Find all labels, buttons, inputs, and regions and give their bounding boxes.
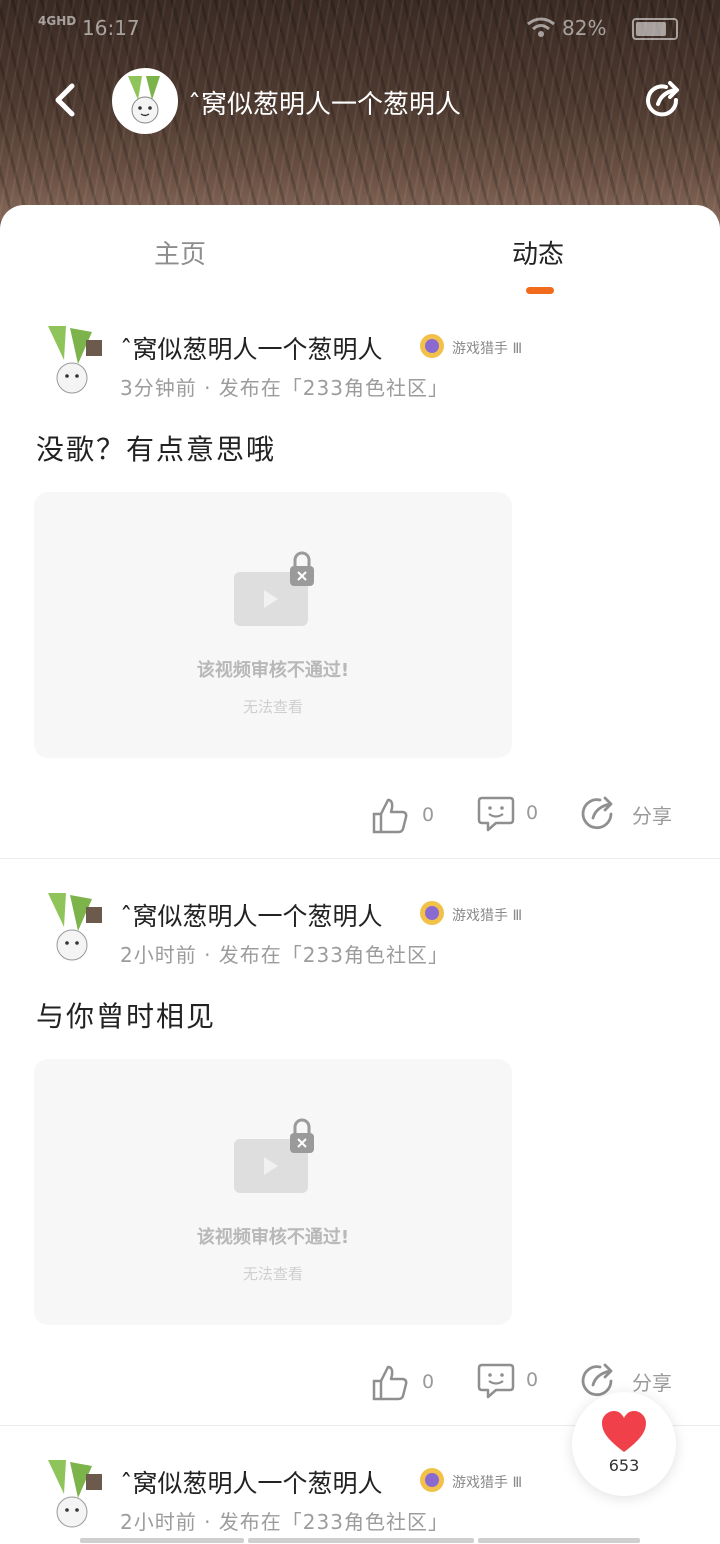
post-divider bbox=[0, 858, 720, 859]
video-substatus-text: 无法查看 bbox=[242, 698, 303, 716]
tab-home[interactable]: 主页 bbox=[154, 234, 206, 271]
battery-percent: 82% bbox=[562, 16, 607, 40]
header-avatar[interactable] bbox=[112, 68, 178, 134]
comment-button[interactable]: 0 bbox=[476, 1361, 546, 1401]
video-locked-icon bbox=[234, 551, 314, 626]
video-placeholder[interactable]: 该视频审核不通过! 无法查看 bbox=[34, 492, 512, 758]
comment-count: 0 bbox=[526, 1369, 539, 1391]
active-tab-indicator bbox=[526, 287, 554, 294]
back-arrow-icon[interactable] bbox=[46, 80, 86, 120]
like-button[interactable]: 0 bbox=[370, 1363, 440, 1403]
badge-label: 游戏猎手 Ⅲ bbox=[452, 1475, 523, 1491]
share-icon[interactable] bbox=[640, 78, 686, 124]
floating-like-count: 653 bbox=[608, 1456, 640, 1475]
badge-icon bbox=[420, 1468, 444, 1492]
thumbs-up-icon bbox=[372, 798, 408, 834]
heart-icon bbox=[602, 1411, 646, 1452]
author-avatar[interactable] bbox=[40, 1458, 104, 1532]
status-time: 16:17 bbox=[82, 16, 140, 40]
post-meta: 2小时前 · 发布在「233角色社区」 bbox=[120, 1510, 449, 1534]
badge-icon bbox=[420, 334, 444, 358]
post-text: 没歌？有点意思哦 bbox=[36, 433, 277, 466]
video-locked-icon bbox=[234, 1118, 314, 1193]
share-label: 分享 bbox=[632, 1371, 672, 1395]
author-name[interactable]: ˆ窝似葱明人一个葱明人 bbox=[120, 330, 383, 366]
share-label: 分享 bbox=[632, 804, 672, 828]
like-count: 0 bbox=[422, 804, 435, 826]
badge-label: 游戏猎手 Ⅲ bbox=[452, 341, 523, 357]
badge-label: 游戏猎手 Ⅲ bbox=[452, 908, 523, 924]
post-meta: 2小时前 · 发布在「233角色社区」 bbox=[120, 943, 449, 967]
scroll-indicator bbox=[478, 1538, 640, 1543]
video-placeholder[interactable]: 该视频审核不通过! 无法查看 bbox=[34, 1059, 512, 1325]
author-avatar[interactable] bbox=[40, 324, 104, 398]
comment-icon bbox=[477, 1363, 515, 1399]
video-status-text: 该视频审核不通过! bbox=[196, 1227, 350, 1248]
like-count: 0 bbox=[422, 1371, 435, 1393]
network-indicator: 4GHD bbox=[38, 14, 77, 28]
post-meta: 3分钟前 · 发布在「233角色社区」 bbox=[120, 376, 449, 400]
like-button[interactable]: 0 bbox=[370, 796, 440, 836]
share-icon bbox=[581, 796, 613, 830]
scroll-indicator bbox=[248, 1538, 474, 1543]
comment-count: 0 bbox=[526, 802, 539, 824]
video-substatus-text: 无法查看 bbox=[242, 1265, 303, 1283]
badge-icon bbox=[420, 901, 444, 925]
scroll-indicator bbox=[80, 1538, 244, 1543]
share-button[interactable]: 分享 bbox=[578, 794, 678, 834]
comment-button[interactable]: 0 bbox=[476, 794, 546, 834]
content-panel bbox=[0, 205, 720, 1544]
video-status-text: 该视频审核不通过! bbox=[196, 660, 350, 681]
wifi-icon bbox=[527, 17, 555, 37]
author-name[interactable]: ˆ窝似葱明人一个葱明人 bbox=[120, 897, 383, 933]
tab-feed[interactable]: 动态 bbox=[512, 234, 564, 271]
comment-icon bbox=[477, 796, 515, 832]
floating-like-button[interactable]: 653 bbox=[572, 1392, 676, 1496]
post-text: 与你曾时相见 bbox=[36, 1000, 217, 1033]
thumbs-up-icon bbox=[372, 1365, 408, 1401]
status-bar: 4GHD 16:17 82% bbox=[0, 0, 720, 58]
author-name[interactable]: ˆ窝似葱明人一个葱明人 bbox=[120, 1464, 383, 1500]
header-username: ˆ窝似葱明人一个葱明人 bbox=[188, 90, 462, 120]
battery-icon bbox=[632, 18, 678, 40]
author-avatar[interactable] bbox=[40, 891, 104, 965]
